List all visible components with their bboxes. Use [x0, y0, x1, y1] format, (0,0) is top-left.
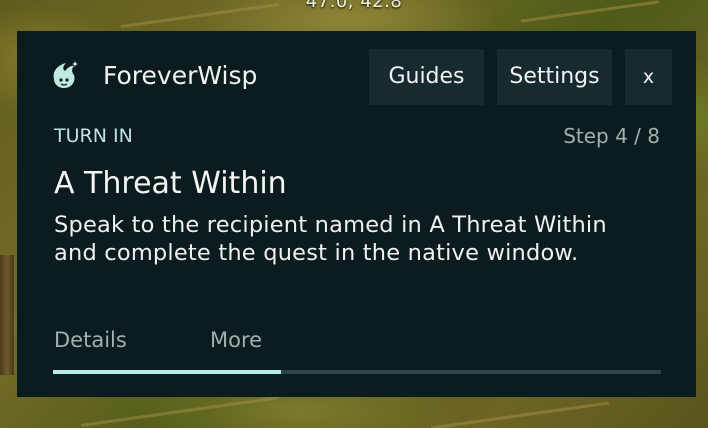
guides-button[interactable]: Guides	[369, 49, 484, 105]
background-grass-streak	[430, 401, 610, 428]
guide-panel: ForeverWisp Guides Settings x TURN IN St…	[17, 31, 696, 397]
step-counter: Step 4 / 8	[563, 124, 660, 148]
tab-more[interactable]: More	[210, 327, 262, 353]
background-grass-streak	[80, 396, 280, 427]
app-title: ForeverWisp	[103, 61, 258, 90]
background-fence-post	[0, 255, 14, 375]
step-type-label: TURN IN	[54, 125, 133, 147]
quest-description: Speak to the recipient named in A Threat…	[54, 212, 607, 266]
wisp-icon	[50, 59, 80, 91]
tab-details[interactable]: Details	[54, 327, 127, 353]
step-progress-bar	[53, 370, 661, 374]
settings-button[interactable]: Settings	[497, 49, 612, 105]
close-button[interactable]: x	[625, 49, 672, 105]
panel-header: ForeverWisp Guides Settings x	[17, 31, 696, 121]
step-progress-fill	[53, 370, 281, 374]
player-coordinates: 47.0, 42.8	[305, 0, 403, 12]
quest-title: A Threat Within	[54, 166, 287, 201]
